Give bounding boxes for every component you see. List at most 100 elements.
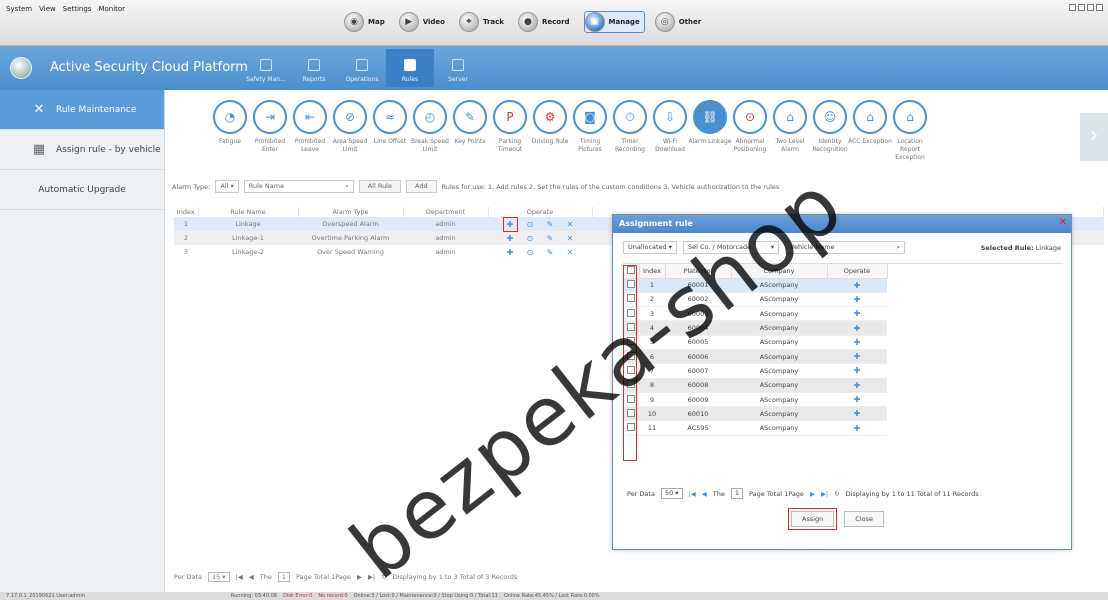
next-arrow-icon[interactable]: › <box>1080 113 1108 161</box>
tab-rules[interactable]: Rules <box>386 49 434 87</box>
rule-line-offset[interactable]: ≈ Line Offset <box>370 100 410 162</box>
tab-safety[interactable]: Safety Man... <box>242 49 290 87</box>
first-page-icon[interactable]: |◀ <box>236 573 243 581</box>
edit-icon[interactable]: ✎ <box>546 234 555 243</box>
company-select[interactable]: Sel Co. / Motorcade ▾ <box>683 241 780 254</box>
module-other[interactable]: ◎ Other <box>654 11 705 33</box>
menu-monitor[interactable]: Monitor <box>98 5 125 13</box>
alarm-type-select[interactable]: All ▾ <box>215 180 239 193</box>
edit-icon[interactable]: ✎ <box>546 248 555 257</box>
prev-page-icon[interactable]: ◀ <box>702 490 707 498</box>
table-row[interactable]: 4 60004 AScompany ✚ <box>623 320 887 336</box>
menu-view[interactable]: View <box>39 5 56 13</box>
rule-abnormal-positioning[interactable]: ⊙ Abnormal Positioning <box>730 100 770 162</box>
module-track[interactable]: ⌖ Track <box>458 11 508 33</box>
last-page-icon[interactable]: ▶| <box>368 573 375 581</box>
restore-icon[interactable] <box>1069 4 1076 11</box>
page-input[interactable]: 1 <box>277 572 291 582</box>
table-row[interactable]: 3 60003 AScompany ✚ <box>623 306 887 322</box>
module-manage[interactable]: ▣ Manage <box>583 11 645 33</box>
module-map[interactable]: ◉ Map <box>344 11 389 33</box>
assign-icon[interactable]: ✚ <box>854 309 861 318</box>
allocation-filter-select[interactable]: Unallocated ▾ <box>623 241 678 254</box>
last-page-icon[interactable]: ▶| <box>821 490 828 498</box>
next-page-icon[interactable]: ▶ <box>357 573 362 581</box>
close-button[interactable]: Close <box>844 511 884 527</box>
assign-button[interactable]: Assign <box>787 508 838 530</box>
assign-icon[interactable]: ✚ <box>854 324 861 333</box>
rule-timer-recording[interactable]: ⏱ Timer Recording <box>610 100 650 162</box>
view-icon[interactable]: ⊙ <box>526 248 535 257</box>
rule-prohibited-leave[interactable]: ⇤ Prohibited Leave <box>290 100 330 162</box>
rule-fatigue[interactable]: ◔ Fatigue <box>210 100 250 162</box>
delete-icon[interactable]: ✕ <box>566 248 575 257</box>
table-row[interactable]: 8 60008 AScompany ✚ <box>623 378 887 393</box>
window-controls <box>1069 4 1103 11</box>
page-input[interactable]: 1 <box>730 488 744 499</box>
rule-location-report-exception[interactable]: ⌂ Location Report Exception <box>890 100 930 162</box>
sidebar-item-assign-by-vehicle[interactable]: ▦ Assign rule - by vehicle <box>0 130 164 170</box>
table-row[interactable]: 5 60005 AScompany ✚ <box>623 335 887 350</box>
per-page-select[interactable]: 50 ▾ <box>660 488 683 499</box>
rule-timing-pictures[interactable]: ◙ Timing Pictures <box>570 100 610 162</box>
close-icon[interactable]: ✕ <box>1059 218 1067 228</box>
view-icon[interactable]: ⊙ <box>526 220 535 229</box>
per-page-select[interactable]: 15 ▾ <box>207 572 230 582</box>
table-row[interactable]: 1 60001 AScompany ✚ <box>623 278 887 293</box>
menu-system[interactable]: System <box>6 5 32 13</box>
rule-name-input[interactable]: Rule Name ⌕ <box>243 180 354 193</box>
rule-identity-recognition[interactable]: ☺ Identity Recognition <box>810 100 850 162</box>
rule-prohibited-enter[interactable]: ⇥ Prohibited Enter <box>250 100 290 162</box>
delete-icon[interactable]: ✕ <box>566 220 575 229</box>
delete-icon[interactable]: ✕ <box>566 234 575 243</box>
table-row[interactable]: 9 60009 AScompany ✚ <box>623 392 887 408</box>
module-video[interactable]: ▶ Video <box>398 11 449 33</box>
vehicle-search-input[interactable]: Vehicle Name ⌕ <box>785 241 906 254</box>
tab-server[interactable]: Server <box>434 49 482 87</box>
assign-icon[interactable]: ✚ <box>854 281 861 290</box>
assign-icon[interactable]: ✚ <box>502 216 518 232</box>
table-row[interactable]: 11 AC595 AScompany ✚ <box>623 420 887 436</box>
rule-parking-timeout[interactable]: P Parking Timeout <box>490 100 530 162</box>
assign-icon[interactable]: ✚ <box>854 366 861 375</box>
rule-wifi-download[interactable]: ⇩ Wi-Fi Download <box>650 100 690 162</box>
edit-icon[interactable]: ✎ <box>546 220 555 229</box>
rule-acc-exception[interactable]: ⌂ ACC Exception <box>848 100 892 162</box>
assign-icon[interactable]: ✚ <box>854 395 861 404</box>
refresh-icon[interactable]: ↻ <box>381 573 386 581</box>
add-button[interactable]: Add <box>406 180 437 193</box>
tab-reports[interactable]: Reports <box>290 49 338 87</box>
assign-icon[interactable]: ✚ <box>854 409 861 418</box>
maximize-icon[interactable] <box>1087 4 1094 11</box>
all-rule-button[interactable]: All Rule <box>358 180 401 193</box>
table-row[interactable]: 6 60006 AScompany ✚ <box>623 349 887 365</box>
assign-icon[interactable]: ✚ <box>854 338 861 347</box>
menu-settings[interactable]: Settings <box>63 5 92 13</box>
prev-page-icon[interactable]: ◀ <box>249 573 254 581</box>
close-icon[interactable] <box>1096 4 1103 11</box>
assign-icon[interactable]: ✚ <box>506 234 515 243</box>
rule-alarm-linkage[interactable]: ⛓ Alarm Linkage <box>689 100 731 162</box>
view-icon[interactable]: ⊙ <box>526 234 535 243</box>
assign-icon[interactable]: ✚ <box>854 352 861 361</box>
sidebar-item-automatic-upgrade[interactable]: Automatic Upgrade <box>0 170 164 210</box>
rule-two-level-alarm[interactable]: ⌂ Two Level Alarm <box>770 100 810 162</box>
assign-icon[interactable]: ✚ <box>506 248 515 257</box>
tab-operations[interactable]: Operations <box>338 49 386 87</box>
first-page-icon[interactable]: |◀ <box>689 490 696 498</box>
refresh-icon[interactable]: ↻ <box>834 490 839 498</box>
table-row[interactable]: 7 60007 AScompany ✚ <box>623 363 887 379</box>
next-page-icon[interactable]: ▶ <box>810 490 815 498</box>
sidebar-item-rule-maintenance[interactable]: ✕ Rule Maintenance <box>0 90 164 130</box>
module-record[interactable]: ● Record <box>517 11 574 33</box>
table-row[interactable]: 10 60010 AScompany ✚ <box>623 406 887 422</box>
assign-icon[interactable]: ✚ <box>854 424 861 433</box>
assign-icon[interactable]: ✚ <box>854 295 861 304</box>
minimize-icon[interactable] <box>1078 4 1085 11</box>
rule-area-speed-limit[interactable]: ⊘ Area Speed Limit <box>330 100 370 162</box>
table-row[interactable]: 2 60002 AScompany ✚ <box>623 292 887 308</box>
rule-driving-rule[interactable]: ⚙ Driving Rule <box>530 100 570 162</box>
rule-key-points[interactable]: ✎ Key Points <box>450 100 490 162</box>
rule-break-speed-limit[interactable]: ◴ Break Speed Limit <box>410 100 450 162</box>
assign-icon[interactable]: ✚ <box>854 381 861 390</box>
